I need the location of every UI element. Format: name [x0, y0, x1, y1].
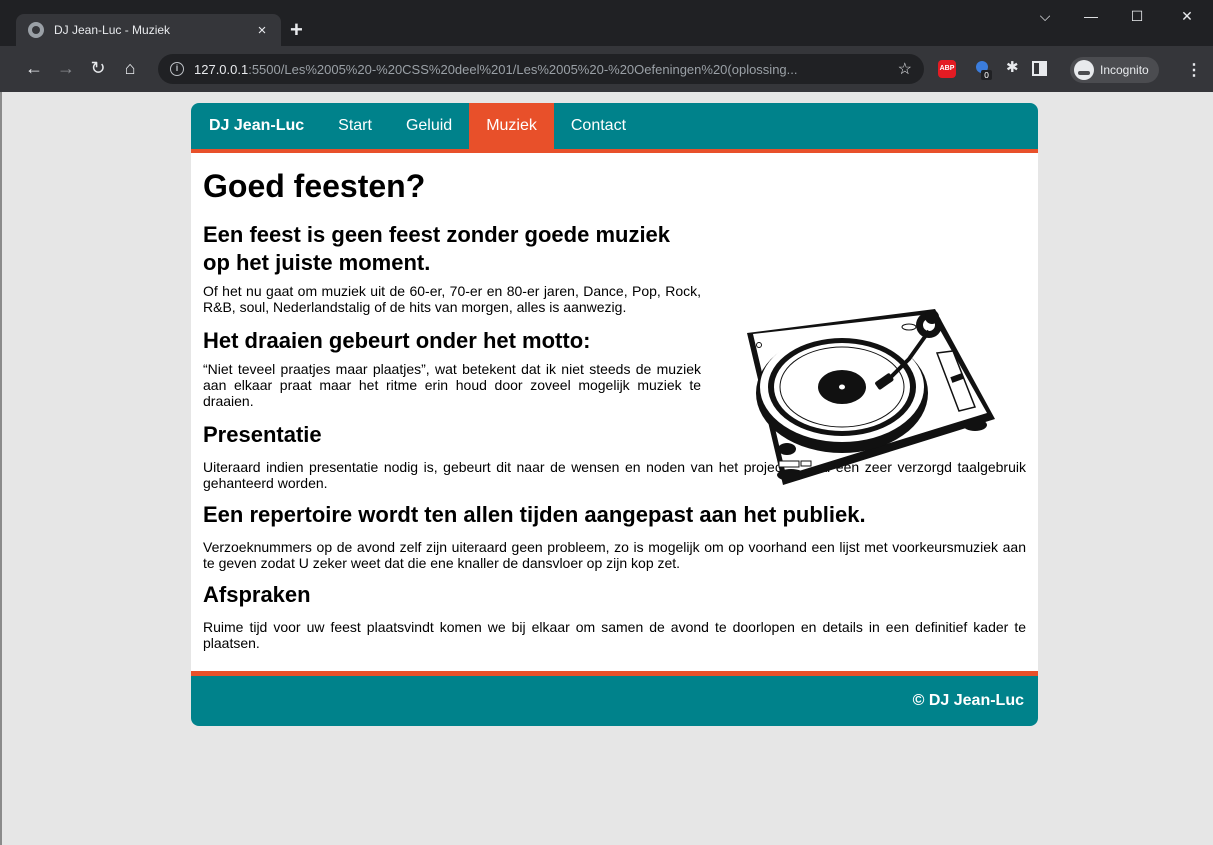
- browser-menu-icon[interactable]: ⋮: [1186, 60, 1202, 80]
- svg-text:0: 0: [984, 71, 989, 80]
- bookmark-star-icon[interactable]: ☆: [898, 59, 912, 79]
- url-path: :5500/Les%2005%20-%20CSS%20deel%201/Les%…: [248, 61, 798, 77]
- intro-heading: Een feest is geen feest zonder goede muz…: [203, 222, 671, 275]
- minimize-button[interactable]: —: [1068, 8, 1114, 24]
- address-bar[interactable]: i 127.0.0.1:5500/Les%2005%20-%20CSS%20de…: [158, 54, 924, 84]
- page-title: Goed feesten?: [203, 168, 426, 204]
- nav-item-muziek[interactable]: Muziek: [469, 103, 554, 149]
- turntable-image: [747, 309, 995, 485]
- footer-copyright: © DJ Jean-Luc: [912, 692, 1024, 709]
- incognito-label: Incognito: [1100, 63, 1149, 77]
- badge-extension-icon[interactable]: 0: [975, 60, 992, 80]
- browser-tab[interactable]: DJ Jean-Luc - Muziek ×: [16, 14, 281, 46]
- reload-icon[interactable]: ↻: [86, 58, 110, 78]
- section-paragraph: Verzoeknummers op de avond zelf zijn uit…: [203, 539, 1026, 571]
- globe-icon: [28, 22, 44, 38]
- tab-close-button[interactable]: ×: [253, 22, 271, 39]
- motto-heading: Het draaien gebeurt onder het motto:: [203, 328, 591, 353]
- incognito-icon: [1074, 60, 1094, 80]
- site-footer: © DJ Jean-Luc: [191, 671, 1038, 726]
- nav-item-contact[interactable]: Contact: [554, 103, 643, 149]
- new-tab-button[interactable]: +: [290, 19, 303, 41]
- section-paragraph: Ruime tijd voor uw feest plaatsvindt kom…: [203, 619, 1026, 651]
- home-icon[interactable]: ⌂: [118, 58, 142, 78]
- nav-brand-link[interactable]: DJ Jean-Luc: [191, 103, 321, 149]
- section-repertoire: Een repertoire wordt ten allen tijden aa…: [203, 501, 1026, 571]
- main-content: Goed feesten? Een feest is geen feest zo…: [191, 153, 1038, 671]
- site-container: DJ Jean-Luc Start Geluid Muziek Contact …: [191, 103, 1038, 726]
- section-heading: Afspraken: [203, 582, 311, 607]
- section-afspraken: Afspraken Ruime tijd voor uw feest plaat…: [203, 581, 1026, 651]
- side-panel-icon[interactable]: [1032, 61, 1047, 76]
- motto-paragraph: “Niet teveel praatjes maar plaatjes”, wa…: [203, 361, 701, 409]
- site-navigation: DJ Jean-Luc Start Geluid Muziek Contact: [191, 103, 1038, 153]
- address-url[interactable]: 127.0.0.1:5500/Les%2005%20-%20CSS%20deel…: [194, 62, 892, 77]
- nav-item-geluid[interactable]: Geluid: [389, 103, 469, 149]
- tab-search-chevron-icon[interactable]: ⌵: [1022, 8, 1068, 25]
- site-info-icon[interactable]: i: [170, 62, 184, 76]
- url-host: 127.0.0.1: [194, 61, 249, 77]
- maximize-button[interactable]: ☐: [1114, 8, 1160, 25]
- incognito-indicator[interactable]: Incognito: [1070, 57, 1159, 83]
- close-window-button[interactable]: ✕: [1164, 8, 1210, 25]
- nav-item-start[interactable]: Start: [321, 103, 389, 149]
- intro-paragraph: Of het nu gaat om muziek uit de 60-er, 7…: [203, 283, 701, 315]
- extensions-puzzle-icon[interactable]: ✱: [1006, 58, 1019, 76]
- browser-tab-strip: DJ Jean-Luc - Muziek × + ⌵ — ☐ ✕: [0, 0, 1213, 46]
- intro-block: Een feest is geen feest zonder goede muz…: [203, 221, 701, 409]
- section-heading: Een repertoire wordt ten allen tijden aa…: [203, 502, 866, 527]
- adblock-plus-icon[interactable]: ABP: [938, 60, 956, 78]
- page-viewport: DJ Jean-Luc Start Geluid Muziek Contact …: [0, 92, 1213, 845]
- tab-title: DJ Jean-Luc - Muziek: [54, 23, 171, 37]
- back-arrow-icon[interactable]: ←: [22, 58, 46, 78]
- forward-arrow-icon[interactable]: →: [54, 58, 78, 78]
